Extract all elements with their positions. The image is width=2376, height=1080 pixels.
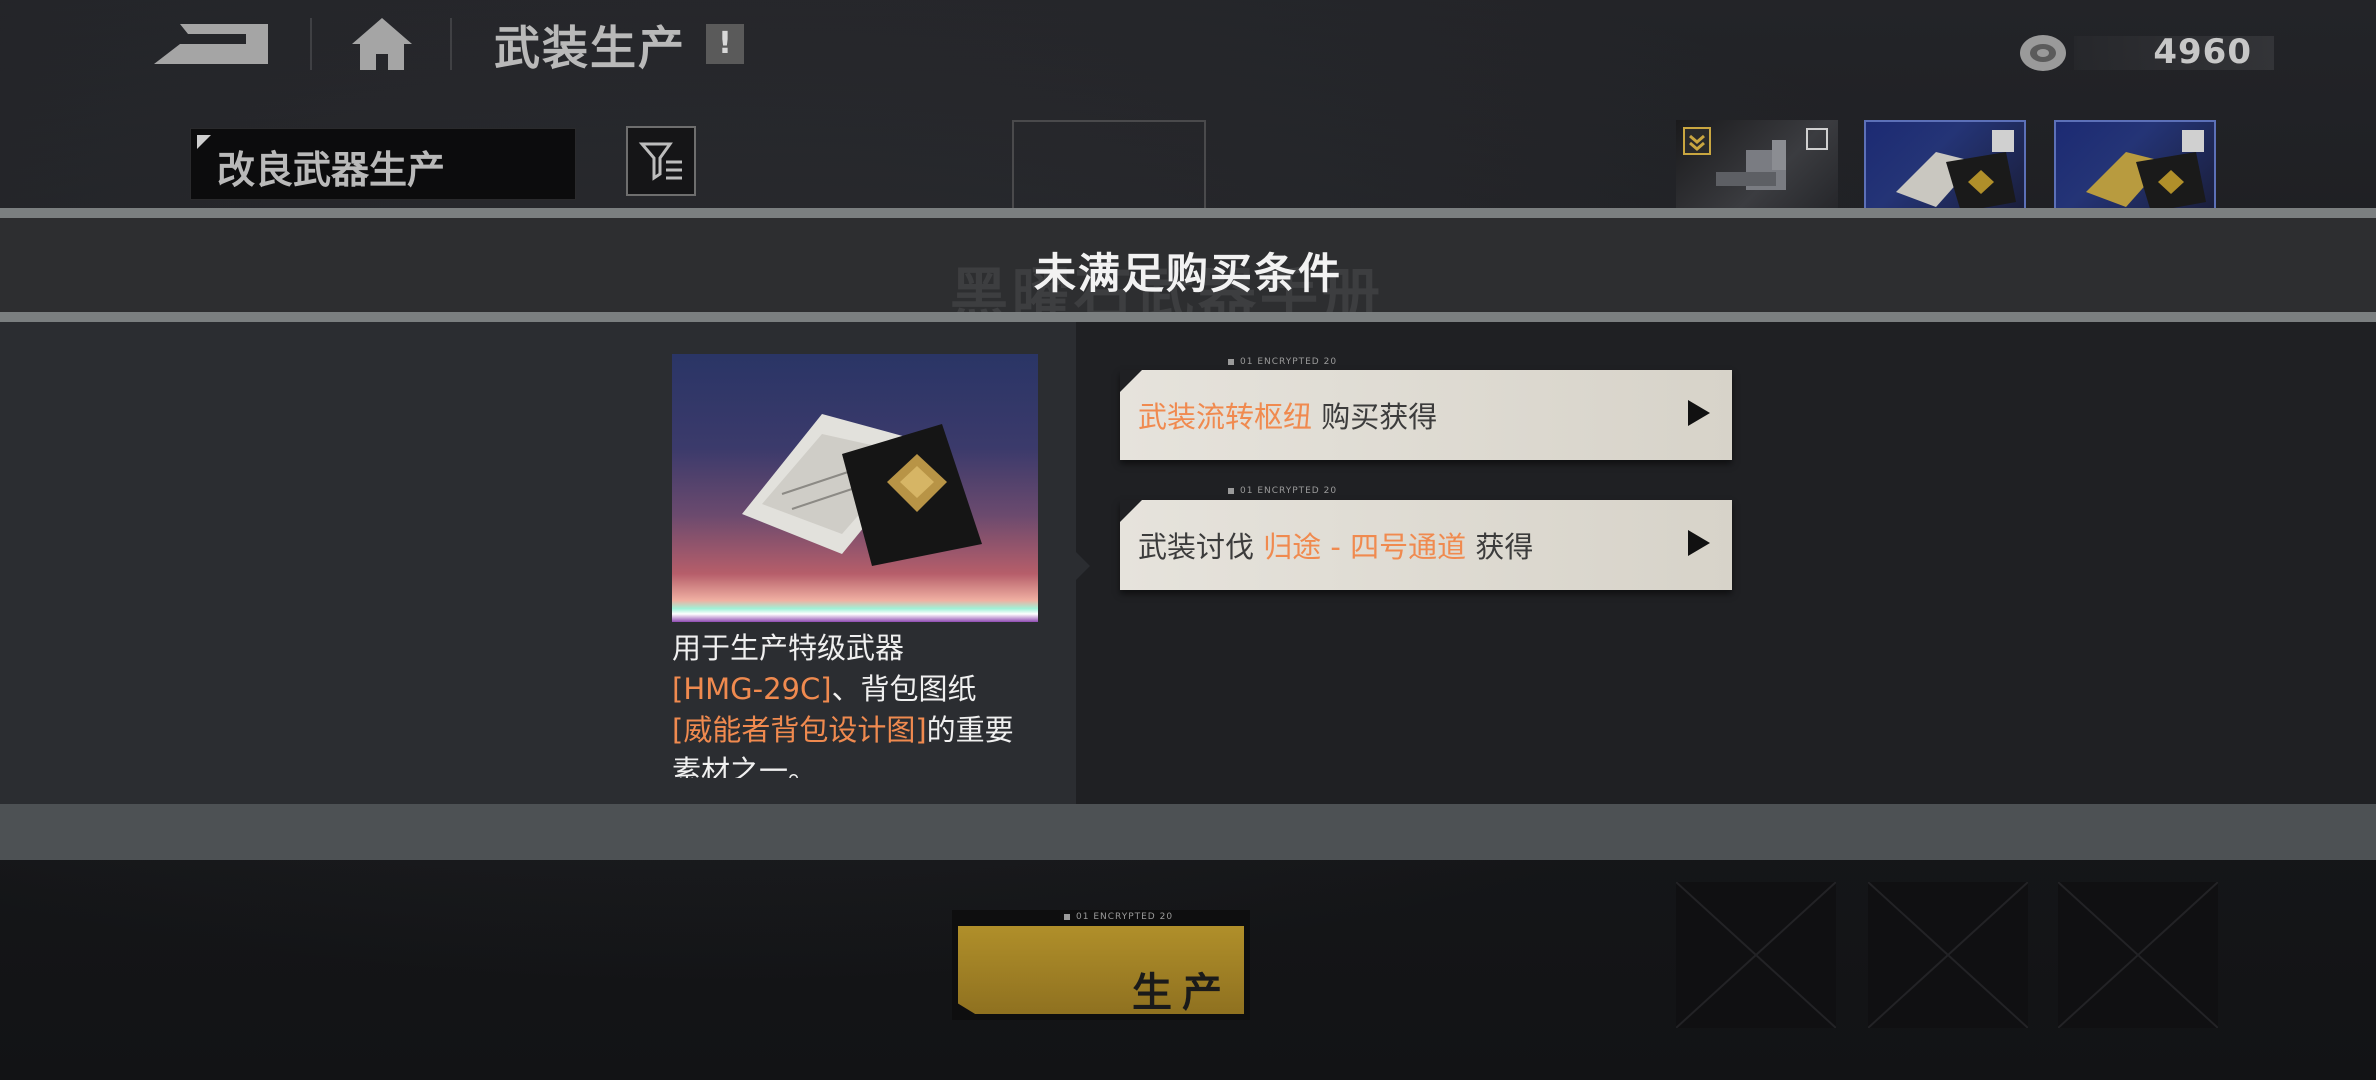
empty-slot-icon (1675, 881, 1837, 1029)
corner-mark (197, 135, 211, 149)
top-bar: 武装生产 ! 4960 (0, 0, 2376, 90)
empty-material-slot (1675, 881, 1837, 1029)
play-arrow-icon (1688, 400, 1710, 426)
produce-fill: 生产 (958, 926, 1244, 1014)
desc-text: 、背包图纸 (831, 672, 977, 706)
source-tag: 01 ENCRYPTED 20 (1228, 357, 1337, 367)
modal-edge (0, 312, 2376, 322)
source-button-hub[interactable]: 武装流转枢纽 购买获得 (1120, 370, 1732, 460)
empty-material-slot (1867, 881, 2029, 1029)
source-text: 武装讨伐 归途 - 四号通道 获得 (1138, 530, 1534, 564)
item-description: 用于生产特级武器 [HMG-29C]、背包图纸 [威能者背包设计图]的重要 素材… (672, 628, 1072, 778)
weapon-manual-icon (742, 414, 982, 566)
produce-label: 生产 (1132, 970, 1232, 1016)
back-button[interactable] (150, 20, 272, 68)
home-button[interactable] (350, 16, 414, 72)
desc-text: 用于生产特级武器 (672, 631, 905, 665)
material-thumb-manual-silver[interactable] (1864, 120, 2026, 212)
empty-slot-icon (2057, 881, 2219, 1029)
select-checkbox[interactable] (2182, 130, 2204, 152)
material-thumb-manual-gold[interactable] (2054, 120, 2216, 212)
divider (310, 18, 312, 70)
currency-coin-icon (2020, 35, 2066, 71)
modal-header: 黑曜石武器手册 未满足购买条件 (0, 218, 2376, 329)
currency-value: 4960 (2153, 32, 2252, 72)
currency-display: 4960 (2018, 28, 2274, 78)
desc-highlight: [威能者背包设计图] (672, 713, 927, 747)
home-icon (352, 18, 412, 70)
select-checkbox[interactable] (1806, 128, 1828, 150)
produce-tag: 01 ENCRYPTED 20 (1064, 912, 1173, 922)
material-slot[interactable] (1012, 120, 1206, 214)
back-arrow-icon (154, 24, 268, 64)
page-title: 武装生产 (494, 21, 686, 75)
sub-tab-label: 改良武器生产 (217, 148, 446, 192)
produce-button[interactable]: 01 ENCRYPTED 20 生产 (952, 910, 1250, 1020)
desc-text: 的重要 (926, 713, 1014, 747)
filter-icon (638, 142, 682, 181)
modal-footer (0, 804, 2376, 860)
pointer-arrow (1076, 552, 1090, 580)
modal-title: 未满足购买条件 (1033, 249, 1342, 298)
filter-button[interactable] (626, 126, 696, 196)
play-arrow-icon (1688, 530, 1710, 556)
select-checkbox[interactable] (1992, 130, 2014, 152)
source-tag: 01 ENCRYPTED 20 (1228, 486, 1337, 496)
sub-tab-improved-weapons[interactable]: 改良武器生产 (190, 128, 576, 200)
item-image (672, 354, 1038, 622)
desc-text: 素材之一。 (672, 754, 818, 778)
source-text: 武装流转枢纽 购买获得 (1138, 400, 1438, 434)
source-button-stage[interactable]: 武装讨伐 归途 - 四号通道 获得 (1120, 500, 1732, 590)
material-thumb-mech[interactable] (1676, 120, 1838, 212)
desc-highlight: [HMG-29C] (672, 672, 832, 706)
empty-material-slot (2057, 881, 2219, 1029)
divider (450, 18, 452, 70)
title-badge: ! (706, 24, 744, 64)
empty-slot-icon (1867, 881, 2029, 1029)
